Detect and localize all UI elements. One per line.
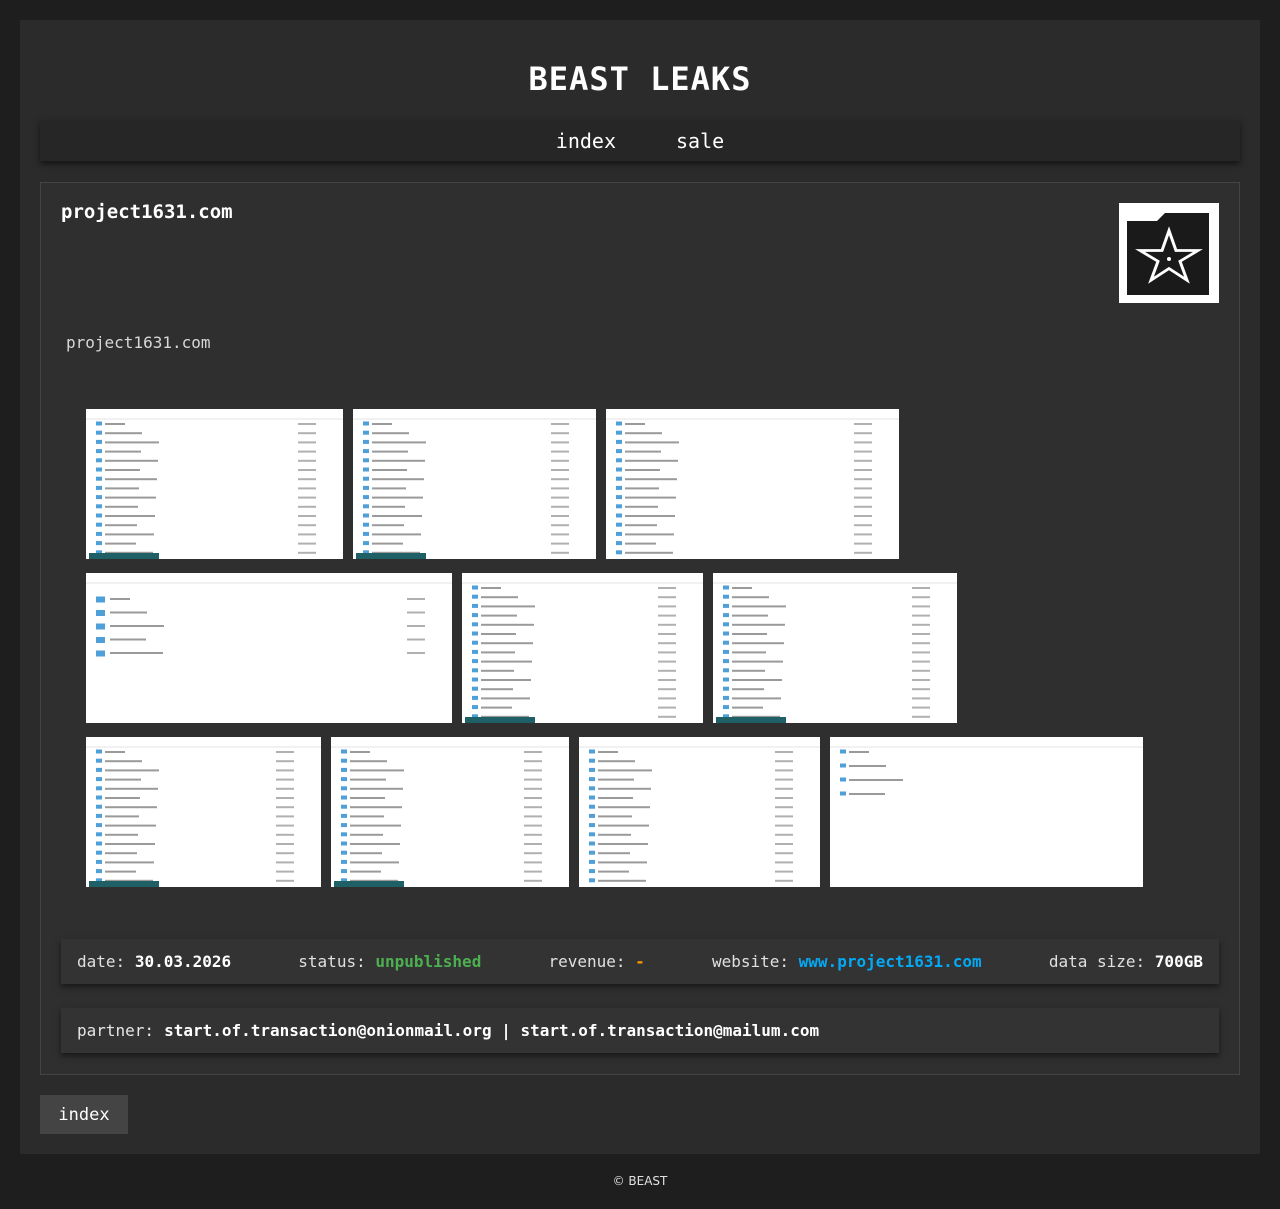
- screenshot-thumbnail[interactable]: [331, 737, 569, 887]
- post-title: project1631.com: [61, 201, 233, 223]
- revenue-label: revenue:: [548, 952, 626, 971]
- status-label: status:: [298, 952, 366, 971]
- website-link[interactable]: www.project1631.com: [799, 952, 982, 971]
- partner-value: start.of.transaction@onionmail.org | sta…: [164, 1021, 820, 1040]
- footer-copyright: © BEAST: [612, 1174, 668, 1188]
- screenshot-thumbnail[interactable]: [86, 737, 321, 887]
- date-value: 30.03.2026: [134, 952, 232, 971]
- site-title: BEAST LEAKS: [528, 60, 752, 98]
- post-description: project1631.com: [66, 333, 211, 352]
- back-to-index-button[interactable]: index: [40, 1095, 128, 1134]
- data-size-label: data size:: [1048, 952, 1146, 971]
- screenshot-thumbnail[interactable]: [579, 737, 820, 887]
- leak-card: project1631.com project1631.com date: 30…: [40, 182, 1240, 1075]
- status-value: unpublished: [375, 952, 482, 971]
- screenshot-thumbnail[interactable]: [353, 409, 596, 559]
- screenshot-thumbnail[interactable]: [86, 409, 343, 559]
- revenue-field: revenue: -: [548, 952, 644, 971]
- revenue-value: -: [635, 952, 645, 971]
- website-label: website:: [711, 952, 790, 971]
- partner-bar: partner: start.of.transaction@onionmail.…: [61, 1008, 1219, 1053]
- screenshot-thumbnail[interactable]: [462, 573, 703, 723]
- date-field: date: 30.03.2026: [77, 952, 231, 971]
- screenshot-thumbnail[interactable]: [86, 573, 452, 723]
- website-field: website: www.project1631.com: [712, 952, 982, 971]
- status-field: status: unpublished: [298, 952, 481, 971]
- nav-link-sale[interactable]: sale: [676, 129, 724, 153]
- nav-link-index[interactable]: index: [556, 129, 616, 153]
- top-nav: index sale: [40, 120, 1240, 161]
- folder-pentagram-icon: [1119, 203, 1219, 303]
- screenshot-thumbnail[interactable]: [713, 573, 957, 723]
- page-container: BEAST LEAKS index sale project1631.com p…: [20, 20, 1260, 1154]
- screenshot-thumbnail[interactable]: [606, 409, 899, 559]
- data-size-value: 700GB: [1154, 952, 1203, 971]
- info-bar: date: 30.03.2026 status: unpublished rev…: [61, 939, 1219, 984]
- data-size-field: data size: 700GB: [1049, 952, 1203, 971]
- partner-label: partner:: [77, 1021, 155, 1040]
- date-label: date:: [77, 952, 126, 971]
- screenshot-thumbnail[interactable]: [830, 737, 1143, 887]
